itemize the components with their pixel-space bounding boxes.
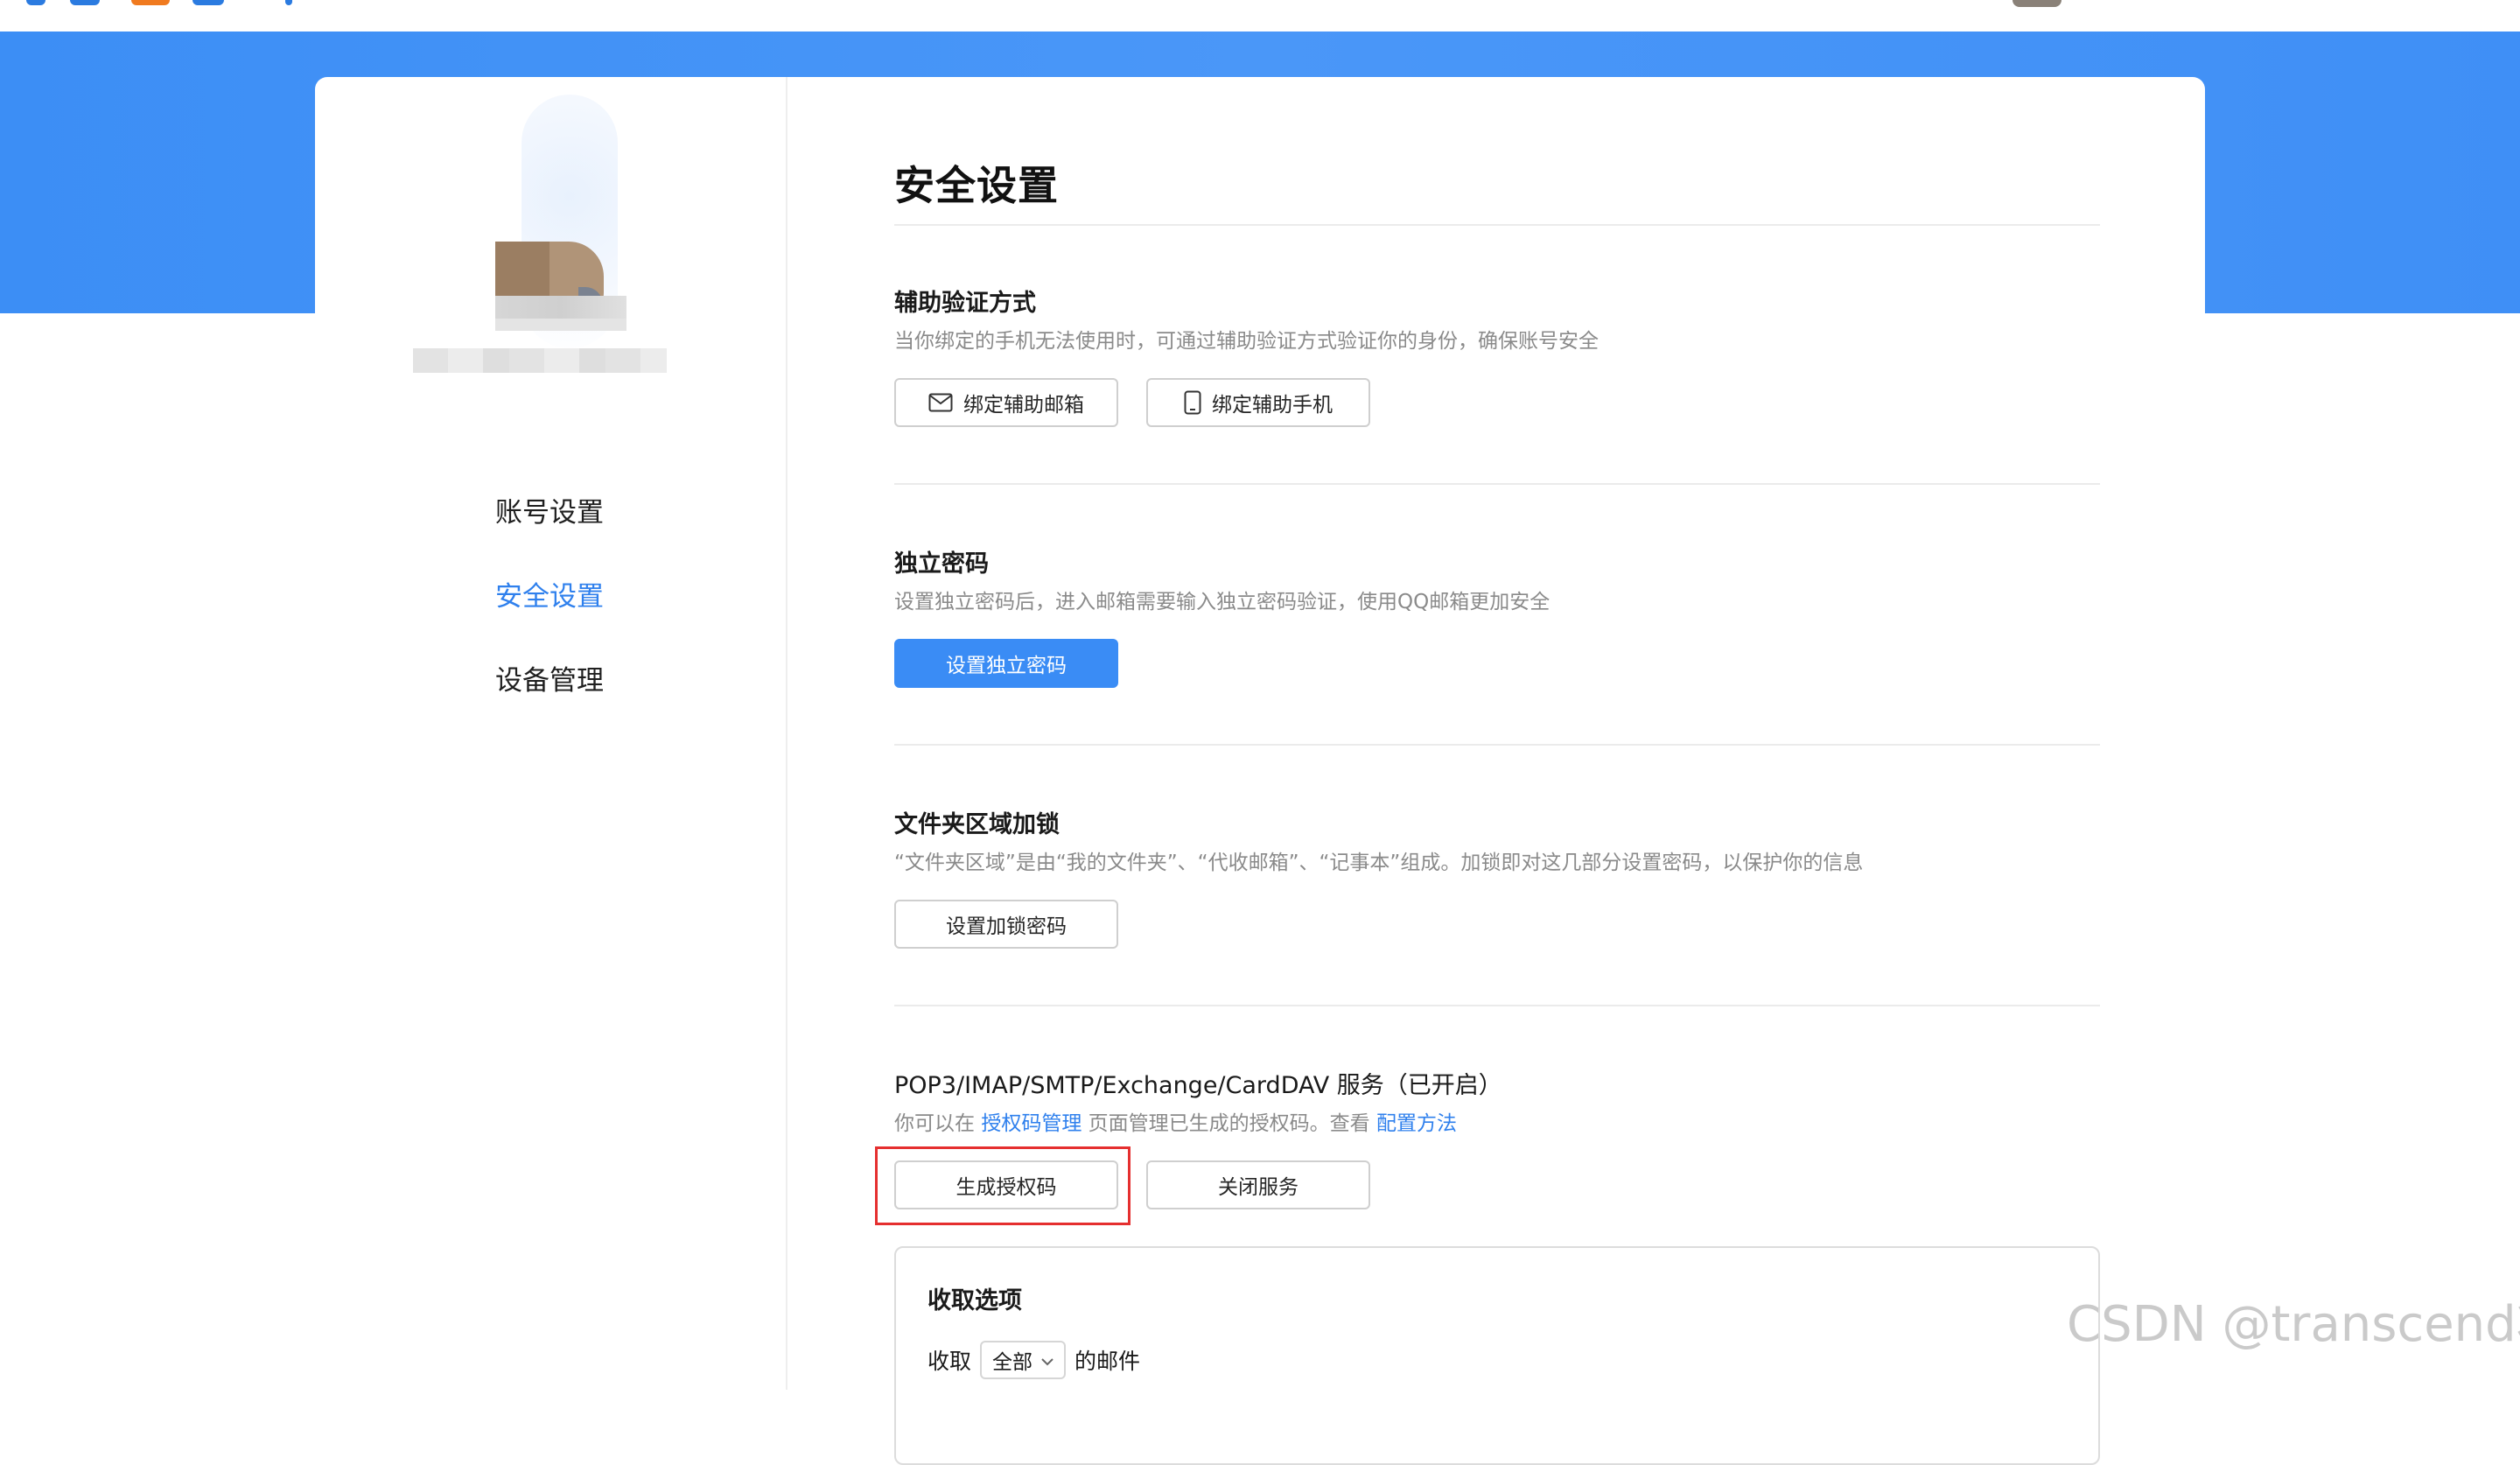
mail-icon (928, 393, 953, 412)
protocol-service-title: POP3/IMAP/SMTP/Exchange/CardDAV 服务（已开启） (894, 1072, 1502, 1099)
protocol-desc-middle: 页面管理已生成的授权码。查看 (1088, 1112, 1370, 1135)
logo-fragment-blue (26, 0, 46, 5)
independent-password-desc: 设置独立密码后，进入邮箱需要输入独立密码验证，使用QQ邮箱更加安全 (894, 591, 1550, 613)
receive-options-panel: 收取选项 收取 全部 的邮件 (894, 1246, 2100, 1465)
auth-code-management-link[interactable]: 授权码管理 (981, 1112, 1082, 1135)
folder-lock-title: 文件夹区域加锁 (894, 811, 1060, 838)
protocol-desc-prefix: 你可以在 (894, 1112, 975, 1135)
generate-auth-code-button[interactable]: 生成授权码 (894, 1160, 1118, 1209)
aux-verify-desc: 当你绑定的手机无法使用时，可通过辅助验证方式验证你的身份，确保账号安全 (894, 330, 1599, 353)
section-divider-3 (894, 1005, 2100, 1006)
close-service-button[interactable]: 关闭服务 (1146, 1160, 1370, 1209)
logo-fragment-orange (131, 0, 170, 5)
watermark: CSDN @transcend壮 (2067, 1296, 2520, 1353)
sidebar-nav: 账号设置 安全设置 设备管理 (495, 495, 604, 747)
phone-icon (1184, 390, 1201, 415)
receive-prefix: 收取 (928, 1349, 972, 1374)
profile-name-redacted-2 (495, 319, 626, 331)
top-bar (0, 0, 2520, 32)
receive-suffix: 的邮件 (1074, 1349, 1141, 1374)
sidebar-item-security-settings[interactable]: 安全设置 (495, 579, 604, 614)
sidebar: 账号设置 安全设置 设备管理 (315, 77, 788, 1390)
folder-lock-desc: “文件夹区域”是由“我的文件夹”、“代收邮箱”、“记事本”组成。加锁即对这几部分… (894, 852, 1864, 874)
receive-options-row: 收取 全部 的邮件 (928, 1341, 1140, 1379)
section-divider-2 (894, 744, 2100, 746)
sidebar-item-account-settings[interactable]: 账号设置 (495, 495, 604, 530)
chevron-down-icon (1041, 1349, 1054, 1371)
independent-password-title: 独立密码 (894, 550, 989, 578)
title-divider (894, 224, 2100, 226)
section-divider-1 (894, 483, 2100, 485)
bind-aux-email-button[interactable]: 绑定辅助邮箱 (894, 378, 1118, 427)
profile-email-redacted (413, 348, 667, 373)
logo-fragment-blue-3 (192, 0, 224, 5)
receive-scope-select[interactable]: 全部 (980, 1341, 1067, 1379)
logo-fragment-blue-2 (70, 0, 100, 5)
set-independent-password-button[interactable]: 设置独立密码 (894, 639, 1118, 688)
protocol-service-desc: 你可以在 授权码管理 页面管理已生成的授权码。查看 配置方法 (894, 1106, 1457, 1136)
config-method-link[interactable]: 配置方法 (1376, 1112, 1457, 1135)
receive-options-title: 收取选项 (928, 1287, 1022, 1314)
bind-aux-phone-button[interactable]: 绑定辅助手机 (1146, 378, 1370, 427)
profile-name-redacted (495, 296, 626, 319)
user-avatar[interactable] (2012, 0, 2062, 7)
page-title: 安全设置 (894, 162, 1059, 209)
logo-fragment-small (285, 0, 292, 5)
bind-aux-email-label: 绑定辅助邮箱 (963, 394, 1084, 417)
receive-scope-value: 全部 (992, 1351, 1033, 1374)
set-lock-password-button[interactable]: 设置加锁密码 (894, 900, 1118, 949)
settings-card: 账号设置 安全设置 设备管理 安全设置 辅助验证方式 当你绑定的手机无法使用时，… (315, 77, 2205, 1465)
sidebar-item-device-management[interactable]: 设备管理 (495, 663, 604, 698)
aux-verify-title: 辅助验证方式 (894, 290, 1036, 317)
bind-aux-phone-label: 绑定辅助手机 (1212, 394, 1333, 417)
